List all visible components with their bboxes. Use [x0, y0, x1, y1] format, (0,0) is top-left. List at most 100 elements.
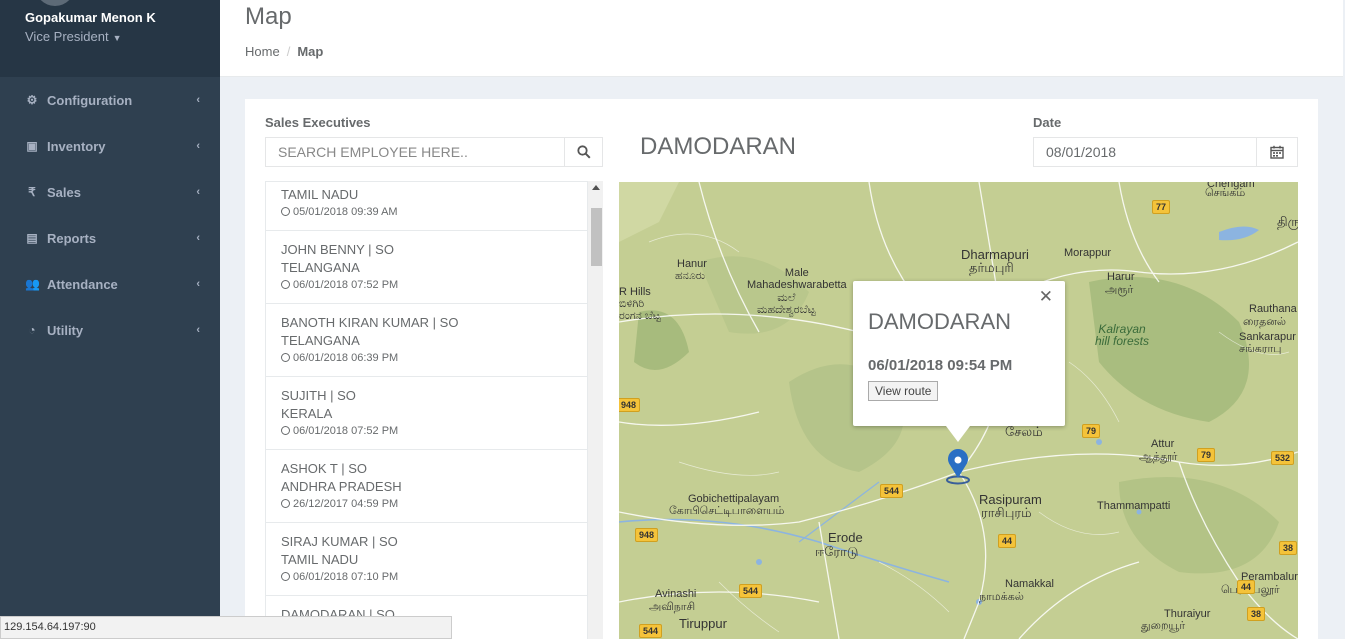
gear-icon: ⚙	[26, 93, 38, 107]
highway-shield: 44	[998, 534, 1017, 548]
map-label: திரு	[1277, 214, 1298, 229]
map-label: ಮಲೆ ಮಹದೇಶ್ವರಬೆಟ್ಟ	[757, 292, 816, 316]
rupee-icon: ₹	[28, 185, 36, 199]
map-label: Male Mahadeshwarabetta	[747, 267, 847, 291]
list-item[interactable]: BANOTH KIRAN KUMAR | SO TELANGANA 06/01/…	[266, 304, 587, 377]
chevron-left-icon: ‹	[196, 186, 200, 198]
selected-executive-name: DAMODARAN	[640, 133, 797, 160]
user-panel: Gopakumar Menon K Vice President ▼	[0, 0, 220, 77]
chevron-left-icon: ‹	[196, 94, 200, 106]
employee-timestamp: 26/12/2017 04:59 PM	[281, 496, 572, 512]
map-label: Gobichettipalayam	[688, 493, 780, 505]
map-label: Namakkal	[1005, 578, 1054, 590]
map-label: Tiruppur	[679, 616, 727, 631]
popup-title: DAMODARAN	[868, 309, 1012, 334]
page-header: Map Home / Map	[220, 0, 1343, 77]
search-icon	[576, 145, 591, 159]
employee-list-scrollbar[interactable]	[587, 181, 603, 639]
map-label: Kalrayan hill forests	[1095, 322, 1150, 348]
highway-shield: 544	[880, 484, 904, 498]
timestamp-text: 26/12/2017 04:59 PM	[293, 498, 399, 510]
date-picker	[1033, 137, 1298, 167]
map-label: Attur	[1151, 438, 1175, 450]
map-label: Erode	[828, 530, 863, 545]
map-label: ಬಿಳಿಗಿರಿ ರಂಗನ ಬೆಟ್ಟ	[619, 298, 661, 322]
sidebar-item-configuration[interactable]: ⚙ Configuration ‹	[0, 77, 220, 123]
map-label: அவிநாசி	[649, 601, 696, 613]
date-input[interactable]	[1034, 138, 1256, 166]
breadcrumb: Home / Map	[245, 44, 1343, 59]
highway-shield: 79	[1082, 424, 1101, 438]
location-pin-icon[interactable]	[946, 449, 970, 485]
map-label: Harur	[1107, 271, 1135, 283]
caret-down-icon: ▼	[112, 33, 122, 43]
calendar-button[interactable]	[1256, 138, 1297, 166]
employee-region: KERALA	[281, 406, 333, 421]
sidebar-item-attendance[interactable]: 👥 Attendance ‹	[0, 261, 220, 307]
list-item[interactable]: ASHOK T | SO ANDHRA PRADESH 26/12/2017 0…	[266, 450, 587, 523]
map-label: சேலம்	[1005, 424, 1043, 439]
employee-name: BANOTH KIRAN KUMAR | SO	[281, 315, 459, 330]
document-icon: ▤	[26, 231, 38, 245]
calendar-icon	[1270, 145, 1284, 159]
sidebar-item-reports[interactable]: ▤ Reports ‹	[0, 215, 220, 261]
timestamp-text: 06/01/2018 07:10 PM	[293, 571, 399, 583]
close-icon[interactable]: ✕	[1039, 287, 1053, 307]
clock-icon	[281, 426, 290, 435]
list-item[interactable]: SIRAJ KUMAR | SO TAMIL NADU 06/01/2018 0…	[266, 523, 587, 596]
highway-shield: 79	[1197, 448, 1216, 462]
search-button[interactable]	[564, 138, 602, 166]
highway-shield: 44	[1237, 580, 1256, 594]
sidebar-item-label: Utility	[47, 322, 84, 338]
scroll-up-arrow-icon[interactable]	[592, 185, 600, 190]
map-label: ரைதனல்	[1243, 316, 1287, 328]
breadcrumb-home-link[interactable]: Home	[245, 44, 280, 59]
highway-shield: 948	[619, 398, 641, 412]
clock-icon	[281, 572, 290, 581]
sidebar-item-utility[interactable]: ◔ Utility ‹	[0, 307, 220, 353]
map-view[interactable]: Chengam செங்கம் திரு Dharmapuri தர்மபுரி…	[619, 182, 1298, 639]
list-item[interactable]: SUJITH | SO KERALA 06/01/2018 07:52 PM	[266, 377, 587, 450]
employee-search-input[interactable]	[266, 138, 564, 166]
timestamp-text: 06/01/2018 07:52 PM	[293, 279, 399, 291]
map-label: Morappur	[1064, 247, 1112, 259]
dashboard-icon: ◔	[28, 323, 36, 337]
map-label: கோபிசெட்டிபாளையம்	[669, 505, 785, 517]
employee-name: ASHOK T | SO	[281, 461, 367, 476]
sidebar-item-inventory[interactable]: ▣ Inventory ‹	[0, 123, 220, 169]
user-role-label: Vice President	[25, 29, 109, 44]
status-bar: 129.154.64.197:90	[0, 616, 452, 639]
employee-timestamp: 06/01/2018 07:10 PM	[281, 569, 572, 585]
briefcase-icon: ▣	[26, 139, 38, 153]
highway-shield: 38	[1247, 607, 1266, 621]
map-label: Hanur	[677, 258, 707, 270]
scrollbar-thumb[interactable]	[591, 208, 602, 266]
list-item[interactable]: TAMIL NADU 05/01/2018 09:39 AM	[266, 182, 587, 231]
employee-name: SUJITH | SO	[281, 388, 356, 403]
sidebar-item-label: Inventory	[47, 138, 106, 154]
sidebar-item-sales[interactable]: ₹ Sales ‹	[0, 169, 220, 215]
avatar[interactable]	[35, 0, 75, 6]
user-role-dropdown[interactable]: Vice President ▼	[25, 29, 220, 44]
map-label: Rauthana	[1249, 303, 1297, 315]
chevron-left-icon: ‹	[196, 324, 200, 336]
breadcrumb-separator: /	[286, 44, 291, 59]
clock-icon	[281, 499, 290, 508]
employee-search	[265, 137, 603, 167]
list-item[interactable]: JOHN BENNY | SO TELANGANA 06/01/2018 07:…	[266, 231, 587, 304]
marker-info-popup: ✕ DAMODARAN 06/01/2018 09:54 PM View rou…	[853, 281, 1065, 442]
map-label: Thuraiyur	[1164, 608, 1211, 620]
map-label: அரூர்	[1105, 284, 1134, 296]
sales-executives-label: Sales Executives	[265, 115, 371, 130]
map-label: ஆத்தூர்	[1139, 451, 1178, 463]
timestamp-text: 06/01/2018 07:52 PM	[293, 425, 399, 437]
chevron-left-icon: ‹	[196, 278, 200, 290]
employee-list: TAMIL NADU 05/01/2018 09:39 AM JOHN BENN…	[265, 181, 587, 639]
map-label: தர்மபுரி	[969, 260, 1014, 275]
view-route-button[interactable]: View route	[868, 381, 939, 401]
date-label: Date	[1033, 115, 1062, 130]
map-label: நாமக்கல்	[979, 591, 1024, 603]
map-label: R Hills	[619, 286, 651, 298]
chevron-left-icon: ‹	[196, 232, 200, 244]
map-label: செங்கம்	[1205, 187, 1246, 199]
